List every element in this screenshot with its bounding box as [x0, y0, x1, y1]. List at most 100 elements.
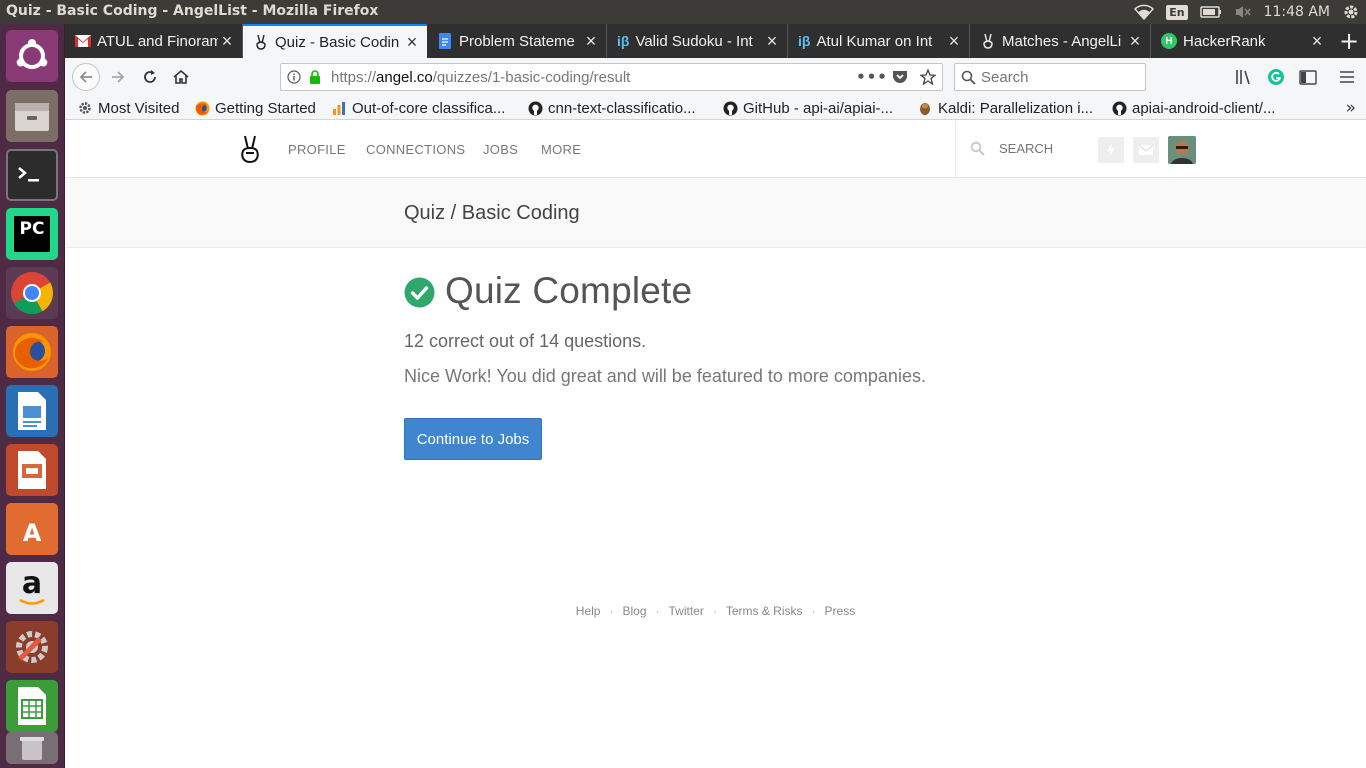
library-icon[interactable]: [1234, 67, 1254, 87]
notifications-bolt-icon[interactable]: [1098, 137, 1124, 163]
bookmark-cnn-text[interactable]: cnn-text-classificatio...: [527, 98, 696, 118]
tab-quiz-basic-coding[interactable]: Quiz - Basic Codin ×: [243, 24, 427, 58]
interviewbit-icon: iβ: [798, 33, 811, 49]
secure-lock-icon[interactable]: [307, 70, 323, 84]
chrome-icon: [11, 272, 54, 315]
home-button[interactable]: [167, 63, 195, 91]
nav-jobs[interactable]: JOBS: [483, 142, 518, 157]
launcher-impress[interactable]: [6, 444, 58, 496]
more-bookmarks-chevron-icon[interactable]: »: [1346, 98, 1356, 118]
messages-mail-icon[interactable]: [1133, 137, 1159, 163]
launcher-calc[interactable]: [6, 680, 58, 732]
launcher-files[interactable]: [6, 90, 58, 142]
tab-atul-kumar[interactable]: iβ Atul Kumar on Int ×: [788, 24, 970, 58]
browser-nav-bar: https://angel.co/quizzes/1-basic-coding/…: [65, 58, 1366, 96]
battery-icon[interactable]: [1199, 0, 1222, 24]
clock[interactable]: 11:48 AM: [1264, 0, 1330, 24]
impress-icon: [18, 451, 46, 489]
bookmark-out-of-core[interactable]: Out-of-core classifica...: [331, 98, 505, 118]
launcher-trash[interactable]: [6, 732, 58, 764]
volume-muted-icon[interactable]: [1234, 0, 1252, 24]
gmail-icon: [75, 33, 91, 49]
bookmark-kaldi[interactable]: Kaldi: Parallelization i...: [917, 98, 1093, 118]
launcher-writer[interactable]: [6, 385, 58, 437]
site-search-input[interactable]: [999, 141, 1089, 156]
grammarly-icon[interactable]: [1266, 67, 1286, 87]
tab-matches-angellist[interactable]: Matches - AngelLi ×: [970, 24, 1151, 58]
forward-button[interactable]: [104, 63, 132, 91]
launcher-firefox[interactable]: [6, 326, 58, 378]
trash-icon: [20, 737, 44, 760]
back-button[interactable]: [72, 63, 100, 91]
site-info-icon[interactable]: [281, 70, 307, 84]
nav-connections[interactable]: CONNECTIONS: [366, 142, 465, 157]
continue-to-jobs-button[interactable]: Continue to Jobs: [404, 418, 542, 460]
page-actions-icon[interactable]: •••: [856, 68, 887, 86]
launcher-ubuntu-dash[interactable]: [6, 30, 58, 82]
footer-link-twitter[interactable]: Twitter: [669, 604, 704, 620]
browser-search-input[interactable]: [981, 68, 1131, 86]
terminal-icon: [18, 167, 39, 182]
chart-icon: [331, 100, 347, 116]
launcher-ubuntu-software[interactable]: A: [6, 503, 58, 555]
tab-close-icon[interactable]: ×: [403, 32, 421, 52]
tab-close-icon[interactable]: ×: [763, 31, 781, 51]
footer-separator: ·: [712, 604, 717, 618]
launcher-amazon[interactable]: a: [6, 562, 58, 614]
sidebar-toggle-icon[interactable]: [1298, 67, 1318, 87]
tab-problem-statement[interactable]: Problem Stateme ×: [427, 24, 607, 58]
reload-button[interactable]: [136, 63, 164, 91]
calc-icon: [18, 687, 46, 725]
search-icon: [955, 70, 981, 85]
github-icon: [527, 100, 543, 116]
search-icon: [970, 141, 985, 161]
hamburger-menu-icon[interactable]: [1337, 67, 1357, 87]
bookmark-apiai-android[interactable]: apiai-android-client/...: [1111, 98, 1275, 118]
result-title: Quiz Complete: [445, 270, 693, 311]
bookmark-getting-started[interactable]: Getting Started: [194, 98, 316, 118]
keyboard-layout-indicator[interactable]: En: [1166, 0, 1188, 24]
angellist-logo-icon[interactable]: [237, 134, 263, 164]
footer-link-terms[interactable]: Terms & Risks: [726, 604, 803, 620]
tab-close-icon[interactable]: ×: [218, 31, 236, 51]
address-bar[interactable]: https://angel.co/quizzes/1-basic-coding/…: [280, 63, 943, 91]
launcher-terminal[interactable]: [6, 149, 58, 201]
tab-hackerrank[interactable]: H HackerRank ×: [1151, 24, 1332, 58]
tab-close-icon[interactable]: ×: [1308, 31, 1326, 51]
score-text: 12 correct out of 14 questions.: [404, 331, 647, 351]
reload-icon: [144, 70, 156, 83]
home-icon: [173, 69, 189, 84]
tab-close-icon[interactable]: ×: [582, 31, 600, 51]
new-tab-button[interactable]: +: [1332, 24, 1366, 58]
bookmark-github-apiai[interactable]: GitHub - api-ai/apiai-...: [722, 98, 893, 118]
tab-close-icon[interactable]: ×: [945, 31, 963, 51]
window-title: Quiz - Basic Coding - AngelList - Mozill…: [6, 3, 379, 19]
firefox-icon: [194, 100, 210, 116]
wifi-icon[interactable]: [1134, 0, 1155, 24]
bookmark-star-icon[interactable]: [914, 69, 942, 85]
tab-valid-sudoku[interactable]: iβ Valid Sudoku - Int ×: [607, 24, 788, 58]
launcher-pycharm[interactable]: PC: [6, 208, 58, 260]
url-text: https://angel.co/quizzes/1-basic-coding/…: [331, 68, 631, 86]
pocket-icon[interactable]: [886, 70, 914, 85]
footer-separator: ·: [811, 604, 816, 618]
system-top-panel: Quiz - Basic Coding - AngelList - Mozill…: [0, 0, 1366, 24]
bookmark-most-visited[interactable]: Most Visited: [77, 98, 179, 118]
footer-link-blog[interactable]: Blog: [622, 604, 646, 620]
user-avatar[interactable]: [1168, 136, 1196, 164]
power-gear-icon[interactable]: [1342, 0, 1360, 24]
nav-profile[interactable]: PROFILE: [288, 142, 346, 157]
check-circle-icon: [404, 277, 435, 308]
github-icon: [1111, 100, 1127, 116]
hackerrank-icon: H: [1161, 33, 1177, 49]
footer-link-press[interactable]: Press: [825, 604, 856, 620]
launcher-chrome[interactable]: [6, 267, 58, 319]
footer-link-help[interactable]: Help: [576, 604, 601, 620]
interviewbit-icon: iβ: [617, 33, 630, 49]
tab-gmail[interactable]: ATUL and Finoram ×: [65, 24, 243, 58]
tab-close-icon[interactable]: ×: [1126, 31, 1144, 51]
nav-more[interactable]: MORE: [541, 142, 581, 157]
browser-search-bar[interactable]: [954, 63, 1146, 91]
launcher-system-settings[interactable]: [6, 621, 58, 673]
pycharm-icon: PC: [14, 216, 50, 252]
